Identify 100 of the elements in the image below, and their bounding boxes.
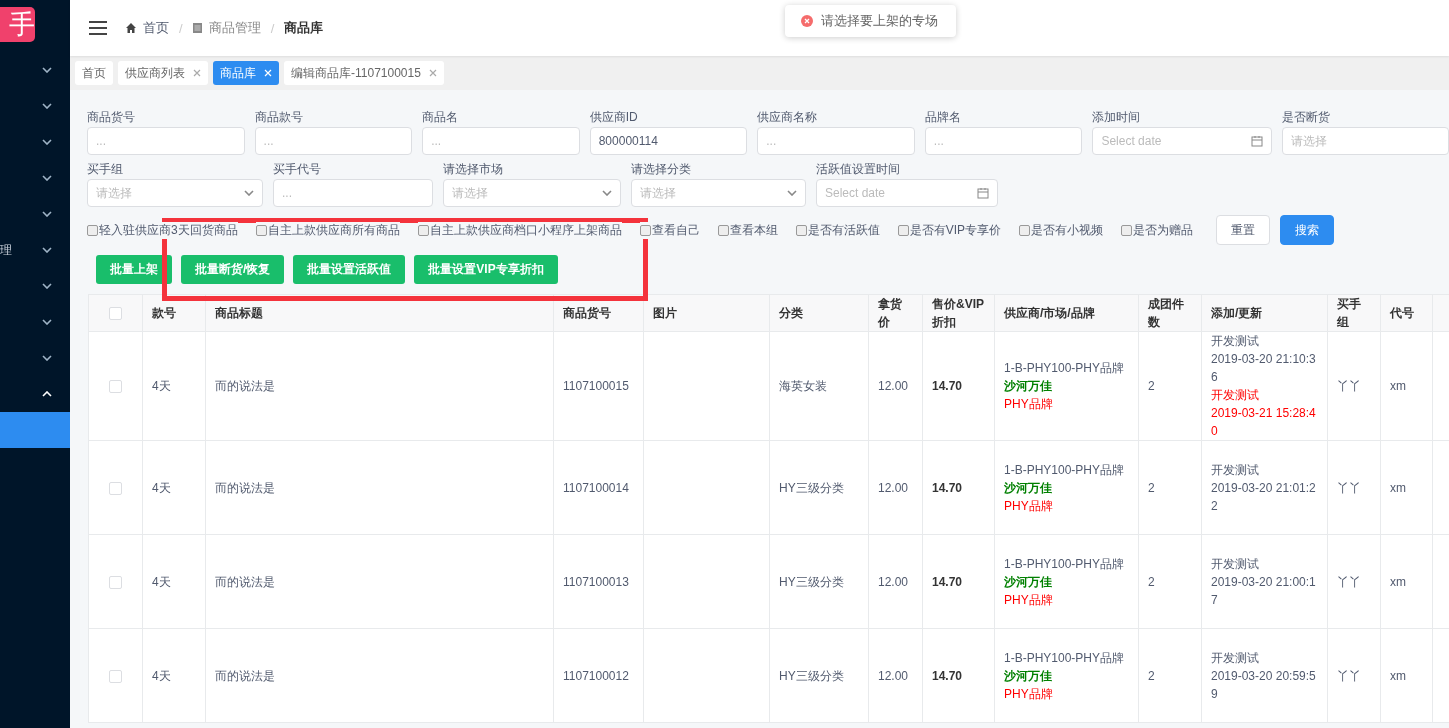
- field-label: 品牌名: [924, 110, 962, 124]
- checkbox[interactable]: [897, 224, 909, 236]
- sidebar-item-label: 理: [0, 241, 12, 259]
- tab[interactable]: 首页: [75, 61, 113, 85]
- input-field[interactable]: ...: [924, 127, 1083, 155]
- table-cell: 4天: [152, 379, 171, 393]
- tab[interactable]: 编辑商品库-1107100015: [284, 61, 444, 85]
- checkbox-label[interactable]: 轻入驻供应商3天回货商品: [87, 221, 238, 239]
- chevron-down-icon: [42, 175, 52, 181]
- table-cell-text: 开发测试: [1211, 461, 1260, 479]
- checkbox[interactable]: [1121, 224, 1133, 236]
- chevron-down-icon: [42, 139, 52, 145]
- table-cell: 2: [1148, 574, 1155, 589]
- table-cell: xm: [1390, 574, 1406, 589]
- input-field[interactable]: ...: [87, 127, 245, 155]
- table-cell-text: PHY品牌: [1004, 685, 1054, 703]
- table-cell: 1107100014: [563, 480, 629, 495]
- field-label: 商品款号: [254, 110, 304, 124]
- input-field[interactable]: 800000114: [589, 127, 748, 155]
- checkbox-label[interactable]: 是否有小视频: [1019, 221, 1104, 239]
- table-cell: 12.00: [878, 480, 909, 495]
- checkbox-label[interactable]: 查看自己: [639, 221, 700, 239]
- table-cell-text: 2019-03-20 21:10:36: [1211, 351, 1317, 386]
- field-label: 买手组: [87, 162, 124, 176]
- field-label: 商品货号: [87, 110, 136, 124]
- calendar-icon: [1250, 135, 1263, 147]
- search-button[interactable]: 搜索: [1280, 215, 1335, 245]
- reset-button[interactable]: 重置: [1216, 215, 1271, 245]
- table-cell-text: 2019-03-21 15:28:40: [1211, 405, 1317, 440]
- table-cell: xm: [1390, 379, 1406, 393]
- tab[interactable]: 商品库: [213, 61, 279, 85]
- table-cell: 1107100012: [563, 668, 629, 683]
- field-label: 是否断货: [1281, 110, 1331, 124]
- sidebar-subitem[interactable]: [0, 412, 70, 448]
- table-cell: 4天: [152, 480, 171, 495]
- input-field[interactable]: ...: [757, 127, 915, 155]
- field-label: 商品名: [422, 110, 460, 124]
- table-cell: 1107100013: [563, 574, 629, 589]
- table-cell: 而的说法是: [215, 480, 275, 495]
- breadcrumb-separator: /: [179, 20, 183, 36]
- input-field[interactable]: ...: [273, 179, 433, 207]
- table-cell: 丫丫: [1337, 668, 1361, 683]
- table-cell: 12.00: [878, 574, 909, 589]
- chevron-down-icon: [42, 211, 52, 217]
- chevron-down-icon: [42, 247, 52, 253]
- checkbox[interactable]: [717, 224, 729, 236]
- table-cell: 而的说法是: [215, 668, 275, 683]
- close-icon[interactable]: [193, 69, 201, 77]
- input-field[interactable]: ...: [422, 127, 580, 155]
- table-cell: 2: [1148, 379, 1155, 393]
- chevron-up-icon: [42, 391, 52, 397]
- column-header: 售价&VIP折扣: [932, 295, 985, 331]
- table-cell-text: 开发测试: [1211, 649, 1260, 667]
- checkbox-label[interactable]: 是否有活跃值: [795, 221, 880, 239]
- table-cell-text: 2019-03-20 20:59:59: [1211, 667, 1317, 703]
- table-cell-text: PHY品牌: [1004, 497, 1054, 515]
- chevron-down-icon: [42, 283, 52, 289]
- chevron-down-icon: [42, 67, 52, 73]
- field-label: 请选择市场: [443, 162, 504, 176]
- table-cell: 1107100015: [563, 379, 629, 393]
- field-label: 买手代号: [273, 162, 322, 176]
- table-cell: 而的说法是: [215, 574, 275, 589]
- sidebar-item[interactable]: 理: [0, 232, 70, 268]
- checkbox[interactable]: [639, 224, 651, 236]
- table-cell: 丫丫: [1337, 574, 1361, 589]
- table-cell: HY三级分类: [779, 480, 844, 495]
- checkbox-label[interactable]: 查看本组: [717, 221, 778, 239]
- checkbox[interactable]: [1019, 224, 1031, 236]
- table-cell: 14.70: [932, 574, 963, 589]
- chevron-down-icon: [787, 190, 797, 196]
- field-label: 添加时间: [1092, 110, 1142, 124]
- checkbox[interactable]: [417, 224, 429, 236]
- table-cell: HY三级分类: [779, 574, 844, 589]
- input-field[interactable]: ...: [254, 127, 413, 155]
- checkbox[interactable]: [795, 224, 807, 236]
- tab[interactable]: 供应商列表: [118, 61, 208, 85]
- breadcrumb-link[interactable]: 首页: [143, 19, 169, 37]
- checkbox-label[interactable]: 是否有VIP专享价: [897, 221, 1002, 239]
- chevron-down-icon: [42, 319, 52, 325]
- table-cell-text: 开发测试: [1211, 333, 1260, 350]
- checkbox[interactable]: [87, 224, 98, 236]
- chevron-down-icon: [602, 190, 612, 196]
- checkbox-label[interactable]: 是否为赠品: [1121, 221, 1194, 239]
- table-cell: 2: [1148, 668, 1155, 683]
- table-cell-text: PHY品牌: [1004, 591, 1054, 609]
- table-cell: 14.70: [932, 668, 963, 683]
- checkbox[interactable]: [255, 224, 267, 236]
- error-icon: [801, 15, 813, 27]
- table-cell: 12.00: [878, 668, 909, 683]
- toast-text: 请选择要上架的专场: [821, 12, 938, 30]
- table-cell-text: 1-B-PHY100-PHY品牌: [1004, 555, 1126, 573]
- breadcrumb-link[interactable]: 商品管理: [208, 19, 261, 37]
- table-cell: 丫丫: [1337, 379, 1361, 393]
- chevron-down-icon: [244, 190, 254, 196]
- field-label: 请选择分类: [631, 162, 692, 176]
- close-icon[interactable]: [428, 69, 437, 77]
- table-cell: 14.70: [932, 379, 963, 393]
- table-cell-text: 1-B-PHY100-PHY品牌: [1004, 360, 1126, 377]
- menu-icon[interactable]: [89, 21, 107, 35]
- table-cell: 12.00: [878, 379, 909, 393]
